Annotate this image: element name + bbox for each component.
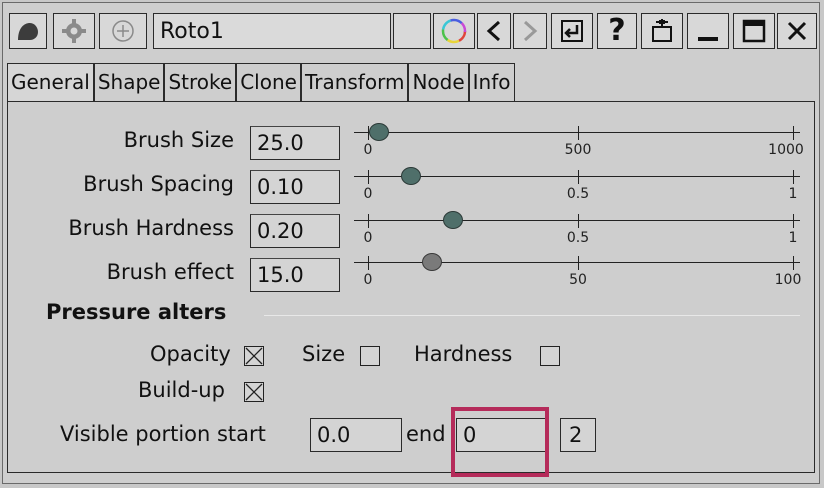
node-name-field[interactable]: Roto1 [153, 13, 391, 49]
tab-node[interactable]: Node [408, 63, 469, 101]
brush-effect-input[interactable]: 15.0 [250, 258, 340, 292]
minimize-icon [695, 18, 721, 44]
brush-effect-slider[interactable]: 0 50 100 [348, 253, 808, 296]
brush-effect-label: Brush effect [106, 260, 234, 284]
tab-bar: General Shape Stroke Clone Transform Nod… [7, 63, 515, 103]
tick-label: 0.5 [566, 230, 590, 246]
tick-label: 500 [564, 142, 592, 158]
blank-button[interactable] [393, 13, 431, 49]
color-wheel-icon [441, 18, 467, 44]
maximize-button[interactable] [733, 13, 775, 49]
tick-label: 100 [774, 272, 802, 288]
slider-handle[interactable] [421, 253, 442, 271]
tick-label: 0.5 [566, 186, 590, 202]
forward-button[interactable] [513, 13, 547, 49]
tick-label: 50 [569, 272, 587, 288]
brush-hardness-input[interactable]: 0.20 [250, 214, 340, 248]
slider-handle[interactable] [443, 211, 463, 229]
tab-shape[interactable]: Shape [93, 63, 165, 101]
return-arrow-icon [559, 18, 585, 44]
opacity-label: Opacity [150, 342, 231, 366]
tab-general[interactable]: General [7, 63, 94, 101]
add-button[interactable] [99, 13, 147, 49]
brush-hardness-label: Brush Hardness [68, 216, 234, 240]
end-label: end [406, 422, 446, 446]
close-icon [786, 20, 808, 42]
stroke-panel: Brush Size 25.0 0 500 1000 Brush Spacing… [7, 101, 815, 473]
slider-handle[interactable] [400, 167, 421, 185]
close-button[interactable] [777, 13, 817, 49]
back-button[interactable] [477, 13, 511, 49]
slider-handle[interactable] [368, 123, 389, 141]
brush-spacing-label: Brush Spacing [83, 172, 234, 196]
opacity-checkbox[interactable] [244, 346, 264, 366]
brush-spacing-input[interactable]: 0.10 [250, 170, 340, 204]
tick-label: 1 [788, 230, 798, 246]
buildup-label: Build-up [138, 378, 225, 402]
size-label: Size [302, 342, 346, 366]
hardness-label: Hardness [414, 342, 513, 366]
brush-size-input[interactable]: 25.0 [250, 126, 340, 160]
buildup-checkbox[interactable] [244, 382, 264, 402]
pressure-alters-heading: Pressure alters [46, 300, 227, 324]
title-bar: Roto1 ? [3, 3, 819, 55]
brush-size-slider[interactable]: 0 500 1000 [348, 123, 808, 166]
pin-button[interactable] [551, 13, 593, 49]
visible-start-input[interactable]: 0.0 [310, 418, 402, 452]
roto-node-window: Roto1 ? General Shape Stroke Clone Trans… [2, 2, 820, 484]
node-menu-icon [16, 20, 40, 42]
highlight-box [451, 407, 549, 477]
chevron-left-icon [485, 19, 503, 43]
size-checkbox[interactable] [360, 346, 380, 366]
tab-info[interactable]: Info [468, 63, 515, 101]
tick-label: 1000 [768, 142, 804, 158]
maximize-icon [741, 18, 767, 44]
question-icon: ? [608, 13, 626, 48]
settings-button[interactable] [53, 13, 95, 49]
hardness-checkbox[interactable] [540, 346, 560, 366]
repeat-count-field[interactable]: 2 [560, 418, 596, 452]
chevron-right-icon [521, 19, 539, 43]
brush-hardness-slider[interactable]: 0 0.5 1 [348, 211, 808, 254]
tab-transform[interactable]: Transform [300, 63, 409, 101]
help-button[interactable]: ? [597, 13, 637, 49]
menu-button[interactable] [9, 13, 47, 49]
visible-portion-label: Visible portion start [60, 422, 266, 446]
add-circle-icon [111, 19, 135, 43]
gear-icon [61, 18, 87, 44]
tab-stroke[interactable]: Stroke [164, 63, 237, 101]
tick-label: 0 [363, 272, 373, 288]
brush-size-label: Brush Size [123, 128, 234, 152]
tick-label: 0 [363, 186, 373, 202]
minimize-button[interactable] [687, 13, 729, 49]
section-divider [264, 315, 800, 316]
tab-clone[interactable]: Clone [236, 63, 301, 101]
tick-label: 1 [788, 186, 798, 202]
color-button[interactable] [433, 13, 475, 49]
tick-label: 0 [363, 230, 373, 246]
brush-spacing-slider[interactable]: 0 0.5 1 [348, 167, 808, 210]
tick-label: 0 [363, 142, 373, 158]
float-button[interactable] [641, 13, 683, 49]
float-window-icon [648, 17, 676, 45]
